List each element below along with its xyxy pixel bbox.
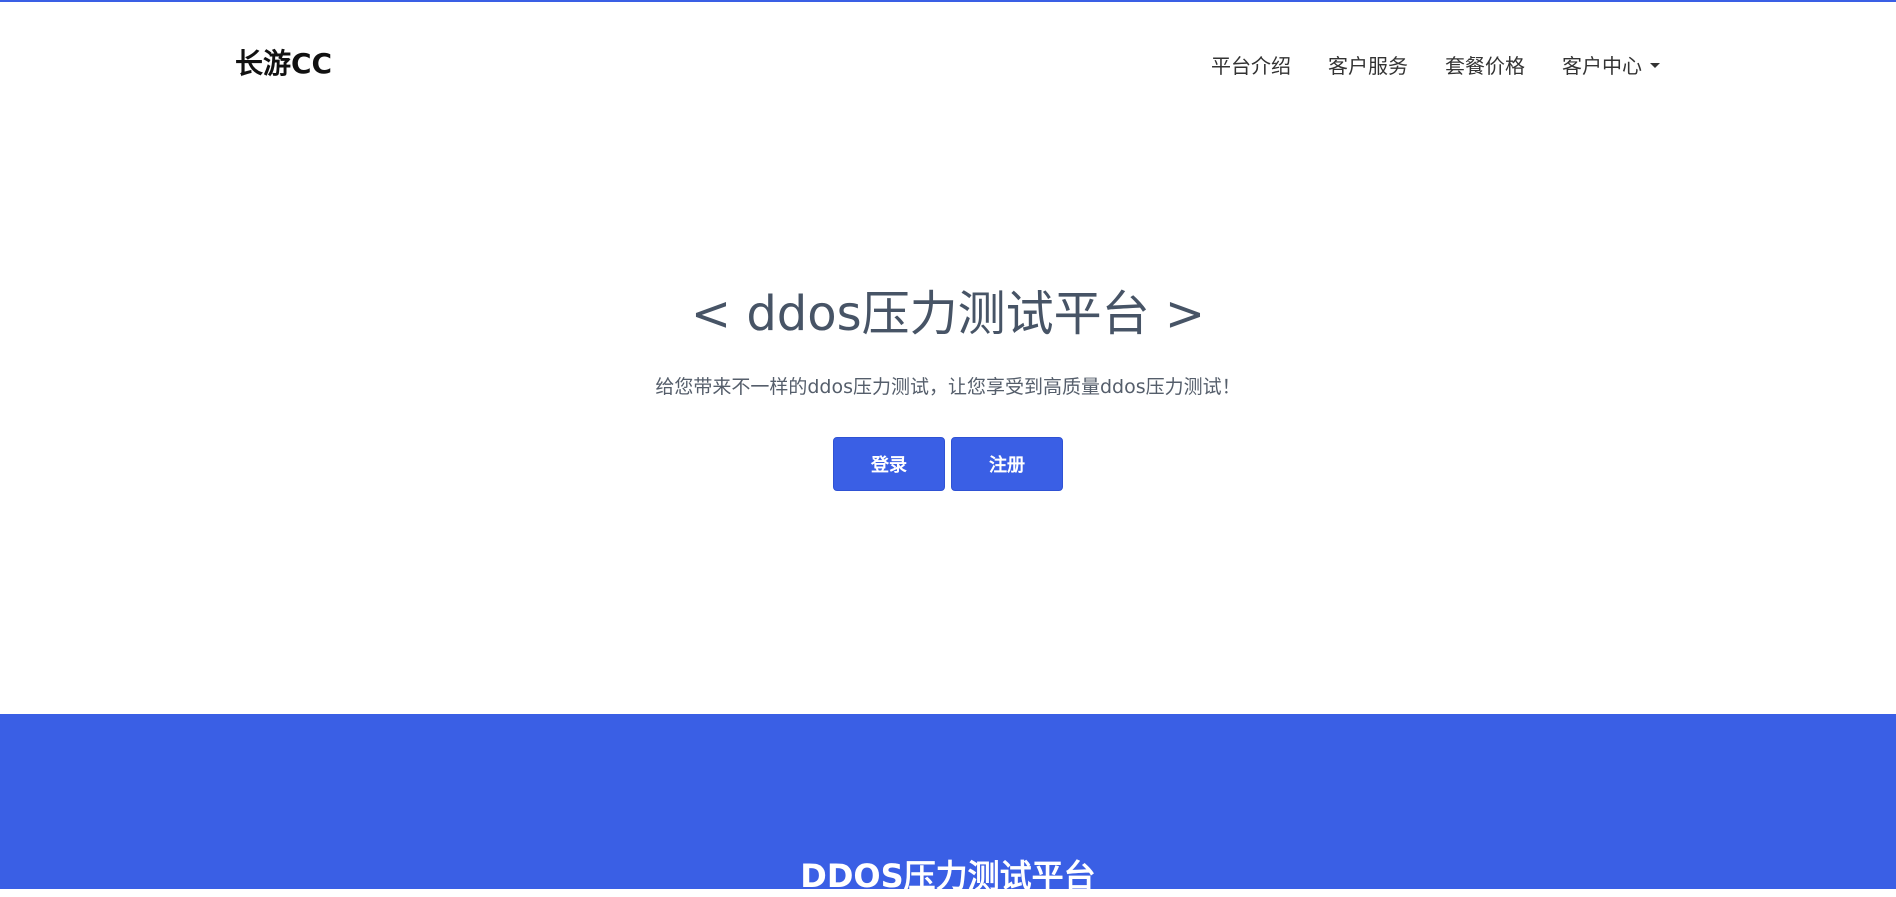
feature-section: DDOS压力测试平台 [0, 714, 1896, 895]
login-button[interactable]: 登录 [833, 437, 945, 491]
brand-logo[interactable]: 长游CC [235, 42, 332, 82]
nav-item-customer-service[interactable]: 客户服务 [1328, 50, 1408, 79]
nav-item-label: 客户服务 [1328, 54, 1408, 78]
nav-menu: 平台介绍 客户服务 套餐价格 客户中心 [1211, 50, 1660, 79]
hero-subtitle: 给您带来不一样的ddos压力测试，让您享受到高质量ddos压力测试！ [655, 376, 1241, 398]
nav-item-pricing[interactable]: 套餐价格 [1445, 50, 1525, 79]
nav-item-label: 客户中心 [1562, 54, 1642, 78]
hero-buttons: 登录 注册 [0, 437, 1896, 491]
register-button[interactable]: 注册 [951, 437, 1063, 491]
feature-section-title: DDOS压力测试平台 [800, 857, 1096, 895]
hero-section: < ddos压力测试平台 > 给您带来不一样的ddos压力测试，让您享受到高质量… [0, 122, 1896, 714]
nav-item-label: 套餐价格 [1445, 54, 1525, 78]
navbar: 长游CC 平台介绍 客户服务 套餐价格 客户中心 [0, 2, 1896, 122]
caret-down-icon [1650, 63, 1660, 68]
nav-item-customer-center-dropdown[interactable]: 客户中心 [1562, 50, 1660, 79]
nav-item-platform-intro[interactable]: 平台介绍 [1211, 50, 1291, 79]
hero-title: < ddos压力测试平台 > [690, 286, 1206, 342]
nav-item-label: 平台介绍 [1211, 54, 1291, 78]
